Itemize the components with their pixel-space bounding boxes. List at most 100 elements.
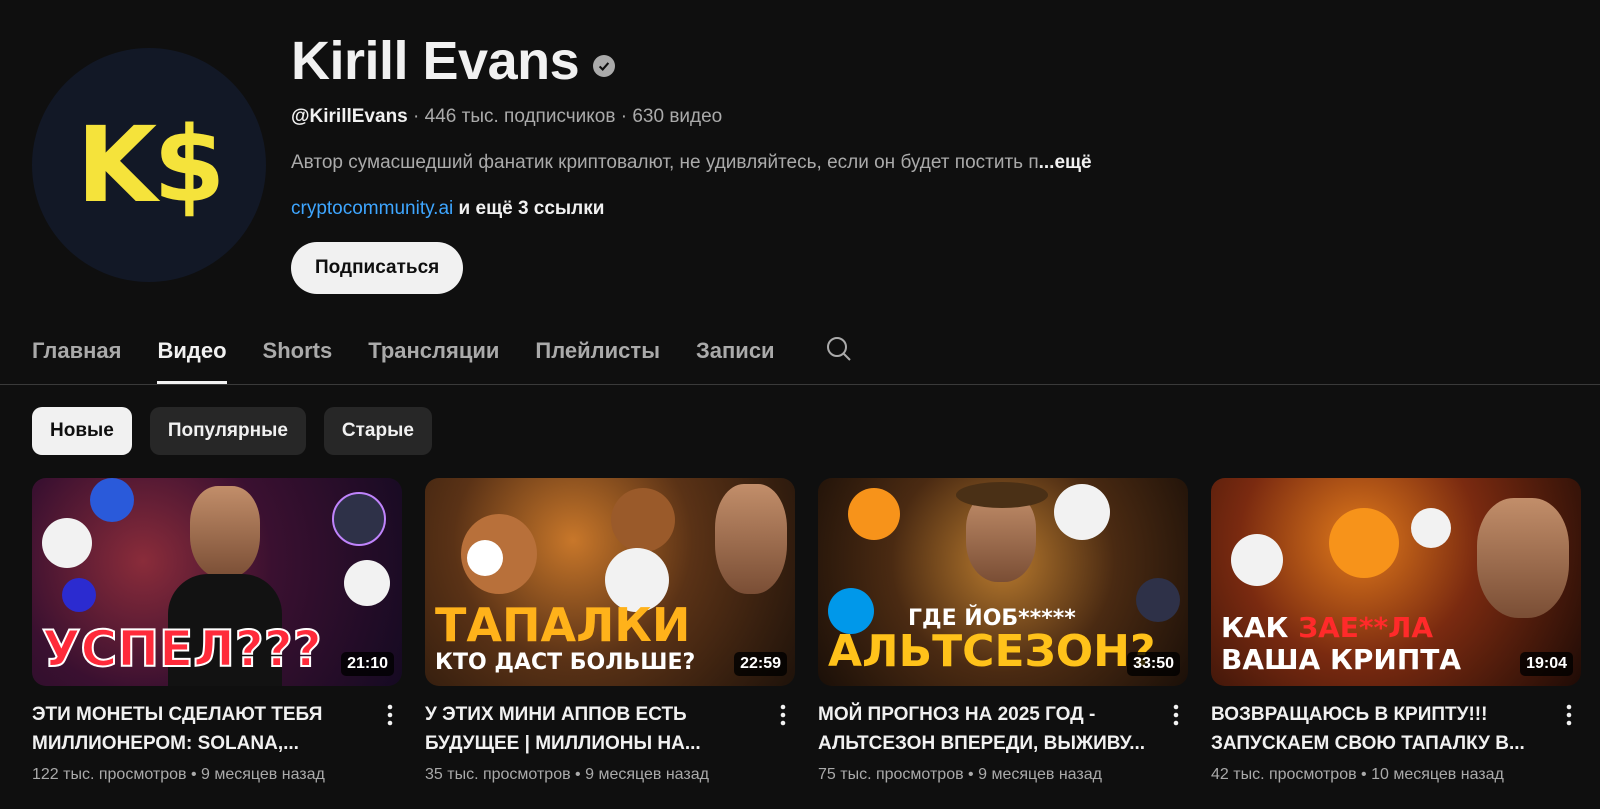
presenter-hat [956, 482, 1048, 508]
channel-link[interactable]: cryptocommunity.ai [291, 198, 453, 219]
video-card[interactable]: КАК ЗАЕ**ЛА ВАША КРИПТА 19:04 ВОЗВРАЩАЮС… [1211, 478, 1581, 784]
ethereum-coin-icon [1231, 534, 1283, 586]
presenter-face [1477, 498, 1569, 618]
meta-separator: • [1356, 766, 1372, 783]
video-info: У ЭТИХ МИНИ АППОВ ЕСТЬ БУДУЩЕЕ | МИЛЛИОН… [425, 700, 795, 784]
more-vert-icon[interactable] [771, 700, 795, 784]
video-text: ЭТИ МОНЕТЫ СДЕЛАЮТ ТЕБЯ МИЛЛИОНЕРОМ: SOL… [32, 700, 378, 784]
tab-home[interactable]: Главная [32, 318, 121, 384]
video-thumbnail[interactable]: ГДЕ ЙОБ***** АЛЬТСЕЗОН? 33:50 [818, 478, 1188, 686]
chip-oldest[interactable]: Старые [323, 407, 432, 455]
verified-check-icon [593, 55, 616, 77]
subscribe-button[interactable]: Подписаться [291, 242, 464, 294]
thumbnail-caption: ГДЕ ЙОБ***** АЛЬТСЕЗОН? [828, 608, 1156, 674]
video-text: МОЙ ПРОГНОЗ НА 2025 ГОД - АЛЬТСЕЗОН ВПЕР… [818, 700, 1164, 784]
channel-name: Kirill Evans [291, 31, 580, 91]
near-coin-icon [344, 560, 390, 606]
video-info: ВОЗВРАЩАЮСЬ В КРИПТУ!!! ЗАПУСКАЕМ СВОЮ Т… [1211, 700, 1581, 784]
channel-title-row: Kirill Evans [291, 30, 1092, 92]
chip-popular[interactable]: Популярные [149, 407, 306, 455]
more-links-button[interactable]: и ещё 3 ссылки [459, 198, 605, 219]
ethereum-coin-icon [42, 518, 92, 568]
video-count: 630 видео [632, 106, 723, 127]
video-card[interactable]: ГДЕ ЙОБ***** АЛЬТСЕЗОН? 33:50 МОЙ ПРОГНО… [818, 478, 1188, 784]
video-title[interactable]: МОЙ ПРОГНОЗ НА 2025 ГОД - АЛЬТСЕЗОН ВПЕР… [818, 700, 1164, 758]
dogs-coin-icon [467, 540, 503, 576]
chainlink-coin-icon [90, 478, 134, 522]
thumbnail-caption: УСПЕЛ??? [41, 620, 323, 678]
presenter-face [190, 486, 260, 578]
thumbnail-caption-highlight: ЗАЕ**ЛА [1298, 611, 1434, 644]
meta-separator: • [963, 766, 979, 783]
description-text: Автор сумасшедший фанатик криптовалют, н… [291, 152, 1039, 173]
channel-description[interactable]: Автор сумасшедший фанатик криптовалют, н… [291, 152, 1092, 174]
more-vert-icon[interactable] [378, 700, 402, 784]
video-text: У ЭТИХ МИНИ АППОВ ЕСТЬ БУДУЩЕЕ | МИЛЛИОН… [425, 700, 771, 784]
channel-tabs: Главная Видео Shorts Трансляции Плейлист… [32, 318, 853, 384]
bitcoin-coin-icon [1329, 508, 1399, 578]
video-title-line: МИЛЛИОНЕРОМ: SOLANA,... [32, 733, 299, 754]
channel-links: cryptocommunity.ai и ещё 3 ссылки [291, 198, 1092, 220]
meta-separator: • [186, 766, 201, 783]
bitcoin-coin-icon [848, 488, 900, 540]
near-coin-icon [1054, 484, 1110, 540]
thumbnail-caption-sub: ВАША КРИПТА [1221, 643, 1462, 676]
tab-shorts[interactable]: Shorts [263, 318, 333, 384]
channel-handle: @KirillEvans [291, 106, 408, 127]
more-vert-icon[interactable] [1164, 700, 1188, 784]
video-card[interactable]: УСПЕЛ??? 21:10 ЭТИ МОНЕТЫ СДЕЛАЮТ ТЕБЯ М… [32, 478, 402, 784]
meta-separator: · [407, 106, 425, 127]
near-coin-icon [1411, 508, 1451, 548]
video-age: 9 месяцев назад [201, 766, 325, 783]
video-text: ВОЗВРАЩАЮСЬ В КРИПТУ!!! ЗАПУСКАЕМ СВОЮ Т… [1211, 700, 1557, 784]
video-title[interactable]: ВОЗВРАЩАЮСЬ В КРИПТУ!!! ЗАПУСКАЕМ СВОЮ Т… [1211, 700, 1557, 758]
thumbnail-caption-main: ТАПАЛКИ [435, 598, 691, 652]
video-title-line: ВОЗВРАЩАЮСЬ В КРИПТУ!!! [1211, 704, 1488, 725]
channel-info: Kirill Evans @KirillEvans · 446 тыс. под… [291, 30, 1092, 294]
cosmos-coin-icon [332, 492, 386, 546]
video-card[interactable]: ТАПАЛКИ КТО ДАСТ БОЛЬШЕ? 22:59 У ЭТИХ МИ… [425, 478, 795, 784]
thumbnail-caption-main: КАК ЗАЕ**ЛА [1221, 614, 1461, 642]
thumbnail-caption-part: КАК [1221, 611, 1299, 644]
description-more-link[interactable]: ...ещё [1039, 152, 1092, 173]
video-title-line: ЗАПУСКАЕМ СВОЮ ТАПАЛКУ В... [1211, 733, 1525, 754]
channel-meta: @KirillEvans · 446 тыс. подписчиков · 63… [291, 106, 1092, 128]
video-meta: 35 тыс. просмотров • 9 месяцев назад [425, 766, 771, 784]
video-grid: УСПЕЛ??? 21:10 ЭТИ МОНЕТЫ СДЕЛАЮТ ТЕБЯ М… [32, 478, 1581, 784]
video-thumbnail[interactable]: ТАПАЛКИ КТО ДАСТ БОЛЬШЕ? 22:59 [425, 478, 795, 686]
video-age: 9 месяцев назад [978, 766, 1102, 783]
video-duration: 22:59 [734, 652, 787, 676]
tab-posts[interactable]: Записи [696, 318, 775, 384]
video-title[interactable]: ЭТИ МОНЕТЫ СДЕЛАЮТ ТЕБЯ МИЛЛИОНЕРОМ: SOL… [32, 700, 378, 758]
video-title-line: АЛЬТСЕЗОН ВПЕРЕДИ, ВЫЖИВУ... [818, 733, 1146, 754]
tab-live[interactable]: Трансляции [368, 318, 499, 384]
meta-separator: · [615, 106, 633, 127]
tabs-divider [0, 384, 1600, 385]
video-title[interactable]: У ЭТИХ МИНИ АППОВ ЕСТЬ БУДУЩЕЕ | МИЛЛИОН… [425, 700, 771, 758]
thumbnail-caption-main: АЛЬТСЕЗОН? [828, 626, 1156, 677]
meta-separator: • [570, 766, 586, 783]
thumbnail-caption: КАК ЗАЕ**ЛА ВАША КРИПТА [1221, 614, 1461, 674]
video-meta: 42 тыс. просмотров • 10 месяцев назад [1211, 766, 1557, 784]
tab-playlists[interactable]: Плейлисты [535, 318, 660, 384]
video-age: 10 месяцев назад [1371, 766, 1504, 783]
sort-chips: Новые Популярные Старые [32, 407, 432, 455]
video-info: ЭТИ МОНЕТЫ СДЕЛАЮТ ТЕБЯ МИЛЛИОНЕРОМ: SOL… [32, 700, 402, 784]
search-icon[interactable] [825, 335, 853, 368]
video-title-line: МОЙ ПРОГНОЗ НА 2025 ГОД - [818, 704, 1096, 725]
thumbnail-caption: ТАПАЛКИ КТО ДАСТ БОЛЬШЕ? [435, 602, 695, 674]
video-duration: 21:10 [341, 652, 394, 676]
channel-avatar: K$ [32, 48, 266, 282]
video-views: 122 тыс. просмотров [32, 766, 187, 783]
thumbnail-caption-sub: КТО ДАСТ БОЛЬШЕ? [435, 650, 696, 675]
chip-newest[interactable]: Новые [32, 407, 132, 455]
video-views: 75 тыс. просмотров [818, 766, 964, 783]
video-info: МОЙ ПРОГНОЗ НА 2025 ГОД - АЛЬТСЕЗОН ВПЕР… [818, 700, 1188, 784]
hamster-figure [611, 488, 675, 552]
tab-videos[interactable]: Видео [157, 318, 227, 384]
video-thumbnail[interactable]: КАК ЗАЕ**ЛА ВАША КРИПТА 19:04 [1211, 478, 1581, 686]
video-thumbnail[interactable]: УСПЕЛ??? 21:10 [32, 478, 402, 686]
more-vert-icon[interactable] [1557, 700, 1581, 784]
video-meta: 122 тыс. просмотров • 9 месяцев назад [32, 766, 378, 784]
polkadot-coin-icon [62, 578, 96, 612]
